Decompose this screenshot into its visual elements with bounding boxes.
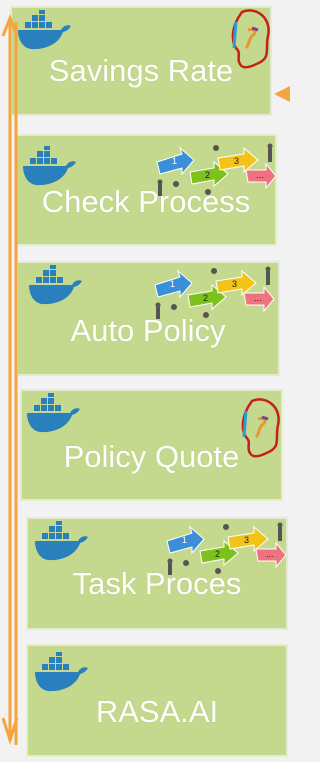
arrow-head-right [274, 86, 290, 102]
step-label: 1 [182, 535, 187, 545]
service-label: Policy Quote [63, 439, 240, 474]
service-label: Task Proces [72, 566, 242, 601]
step-label: 1 [172, 156, 177, 166]
docker-whale-icon [23, 146, 76, 186]
docker-whale-icon [29, 265, 82, 305]
step-label: 2 [215, 549, 220, 559]
step-label: ... [256, 170, 264, 180]
docker-whale-icon [18, 10, 71, 50]
docker-whale-icon [35, 652, 88, 692]
step-label: 3 [244, 535, 249, 545]
service-card-rasa-ai[interactable]: RASA.AI [26, 644, 288, 757]
step-label: 2 [203, 293, 208, 303]
docker-whale-icon [35, 521, 88, 561]
step-label: 3 [234, 156, 239, 166]
step-label: ... [266, 549, 274, 559]
step-label: 2 [205, 170, 210, 180]
docker-whale-icon [27, 393, 80, 433]
service-label: RASA.AI [95, 694, 219, 729]
service-card-savings-rate[interactable]: Savings Rate [10, 6, 272, 116]
service-card-task-proces[interactable]: 1 2 3 ... Task Proces [26, 517, 288, 630]
step-label: 1 [170, 279, 175, 289]
service-label: Check Process [41, 184, 251, 219]
service-card-auto-policy[interactable]: 1 2 3 ... Auto Policy [16, 261, 280, 376]
arrow-head-bottom [1, 717, 19, 745]
service-card-policy-quote[interactable]: Policy Quote [20, 389, 283, 501]
service-card-check-process[interactable]: 1 2 3 ... Check Process [15, 134, 277, 246]
step-label: 3 [232, 279, 237, 289]
service-label: Savings Rate [48, 53, 234, 88]
step-label: ... [254, 293, 262, 303]
service-label: Auto Policy [70, 313, 226, 348]
